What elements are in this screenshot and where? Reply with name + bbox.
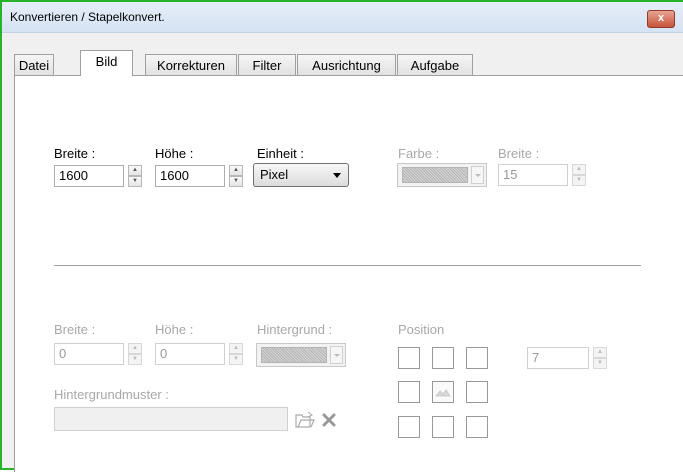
border-color-label: Farbe :	[398, 146, 440, 161]
image-landscape-icon	[435, 389, 451, 397]
position-top-left[interactable]	[398, 347, 420, 369]
color-dropdown-button[interactable]	[471, 166, 484, 184]
tab-aufgabe[interactable]: Aufgabe	[397, 54, 473, 75]
pattern-label: Hintergrundmuster :	[54, 387, 169, 402]
position-value-input[interactable]: 7	[527, 347, 589, 369]
spin-down-icon[interactable]: ▼	[572, 175, 586, 186]
border-width-label: Breite :	[498, 146, 540, 161]
unit-select[interactable]: Pixel	[253, 163, 349, 187]
resize-width-input[interactable]: 1600	[54, 165, 124, 187]
tab-filter[interactable]: Filter	[238, 54, 296, 75]
pattern-input[interactable]	[54, 407, 288, 431]
spin-down-icon[interactable]: ▼	[229, 176, 243, 187]
resize-height-spinner[interactable]: ▲ ▼	[229, 165, 243, 187]
canvas-width-spinner[interactable]: ▲ ▼	[128, 343, 142, 365]
position-middle-left[interactable]	[398, 381, 420, 403]
spin-down-icon[interactable]: ▼	[128, 176, 142, 187]
close-button[interactable]: x	[647, 10, 675, 28]
unit-select-value: Pixel	[260, 167, 289, 182]
title-bar: Konvertieren / Stapelkonvert. x	[2, 2, 683, 33]
canvas-height-spinner[interactable]: ▲ ▼	[229, 343, 243, 365]
color-swatch	[261, 347, 327, 363]
tab-datei[interactable]: Datei	[14, 54, 54, 75]
position-label: Position	[398, 322, 445, 337]
resize-width-label: Breite :	[54, 146, 96, 161]
tab-korrekturen[interactable]: Korrekturen	[145, 54, 237, 75]
border-width-input[interactable]: 15	[498, 164, 568, 186]
spin-up-icon[interactable]: ▲	[229, 165, 243, 176]
canvas-height-input[interactable]: 0	[155, 343, 225, 365]
position-top-center[interactable]	[432, 347, 454, 369]
canvas-width-input[interactable]: 0	[54, 343, 124, 365]
tab-ausrichtung[interactable]: Ausrichtung	[297, 54, 396, 75]
spin-up-icon[interactable]: ▲	[572, 164, 586, 175]
chevron-down-icon	[334, 354, 340, 357]
position-value-spinner[interactable]: ▲ ▼	[593, 347, 607, 369]
spin-down-icon[interactable]: ▼	[229, 354, 243, 365]
chevron-down-icon	[333, 173, 341, 178]
spin-down-icon[interactable]: ▼	[593, 358, 607, 369]
window-title: Konvertieren / Stapelkonvert.	[10, 10, 165, 24]
position-top-right[interactable]	[466, 347, 488, 369]
spin-up-icon[interactable]: ▲	[128, 165, 142, 176]
folder-open-icon[interactable]	[295, 411, 315, 429]
resize-height-input[interactable]: 1600	[155, 165, 225, 187]
separator	[54, 265, 641, 266]
tab-bild[interactable]: Bild	[80, 50, 133, 76]
background-label: Hintergrund :	[257, 322, 333, 337]
position-middle-right[interactable]	[466, 381, 488, 403]
spin-down-icon[interactable]: ▼	[128, 354, 142, 365]
canvas-height-label: Höhe :	[155, 322, 194, 337]
spin-up-icon[interactable]: ▲	[593, 347, 607, 358]
resize-height-label: Höhe :	[155, 146, 194, 161]
chevron-down-icon	[475, 174, 481, 177]
position-bottom-center[interactable]	[432, 416, 454, 438]
spin-up-icon[interactable]: ▲	[128, 343, 142, 354]
resize-width-spinner[interactable]: ▲ ▼	[128, 165, 142, 187]
color-swatch	[402, 167, 468, 183]
position-bottom-right[interactable]	[466, 416, 488, 438]
color-dropdown-button[interactable]	[330, 346, 343, 364]
spin-up-icon[interactable]: ▲	[229, 343, 243, 354]
close-icon: x	[657, 12, 665, 24]
clear-x-icon[interactable]	[321, 412, 337, 428]
position-bottom-left[interactable]	[398, 416, 420, 438]
canvas-width-label: Breite :	[54, 322, 96, 337]
unit-label: Einheit :	[257, 146, 304, 161]
border-width-spinner[interactable]: ▲ ▼	[572, 164, 586, 186]
background-color-picker[interactable]	[256, 343, 346, 367]
border-color-picker[interactable]	[397, 163, 487, 187]
position-center[interactable]	[432, 381, 454, 403]
